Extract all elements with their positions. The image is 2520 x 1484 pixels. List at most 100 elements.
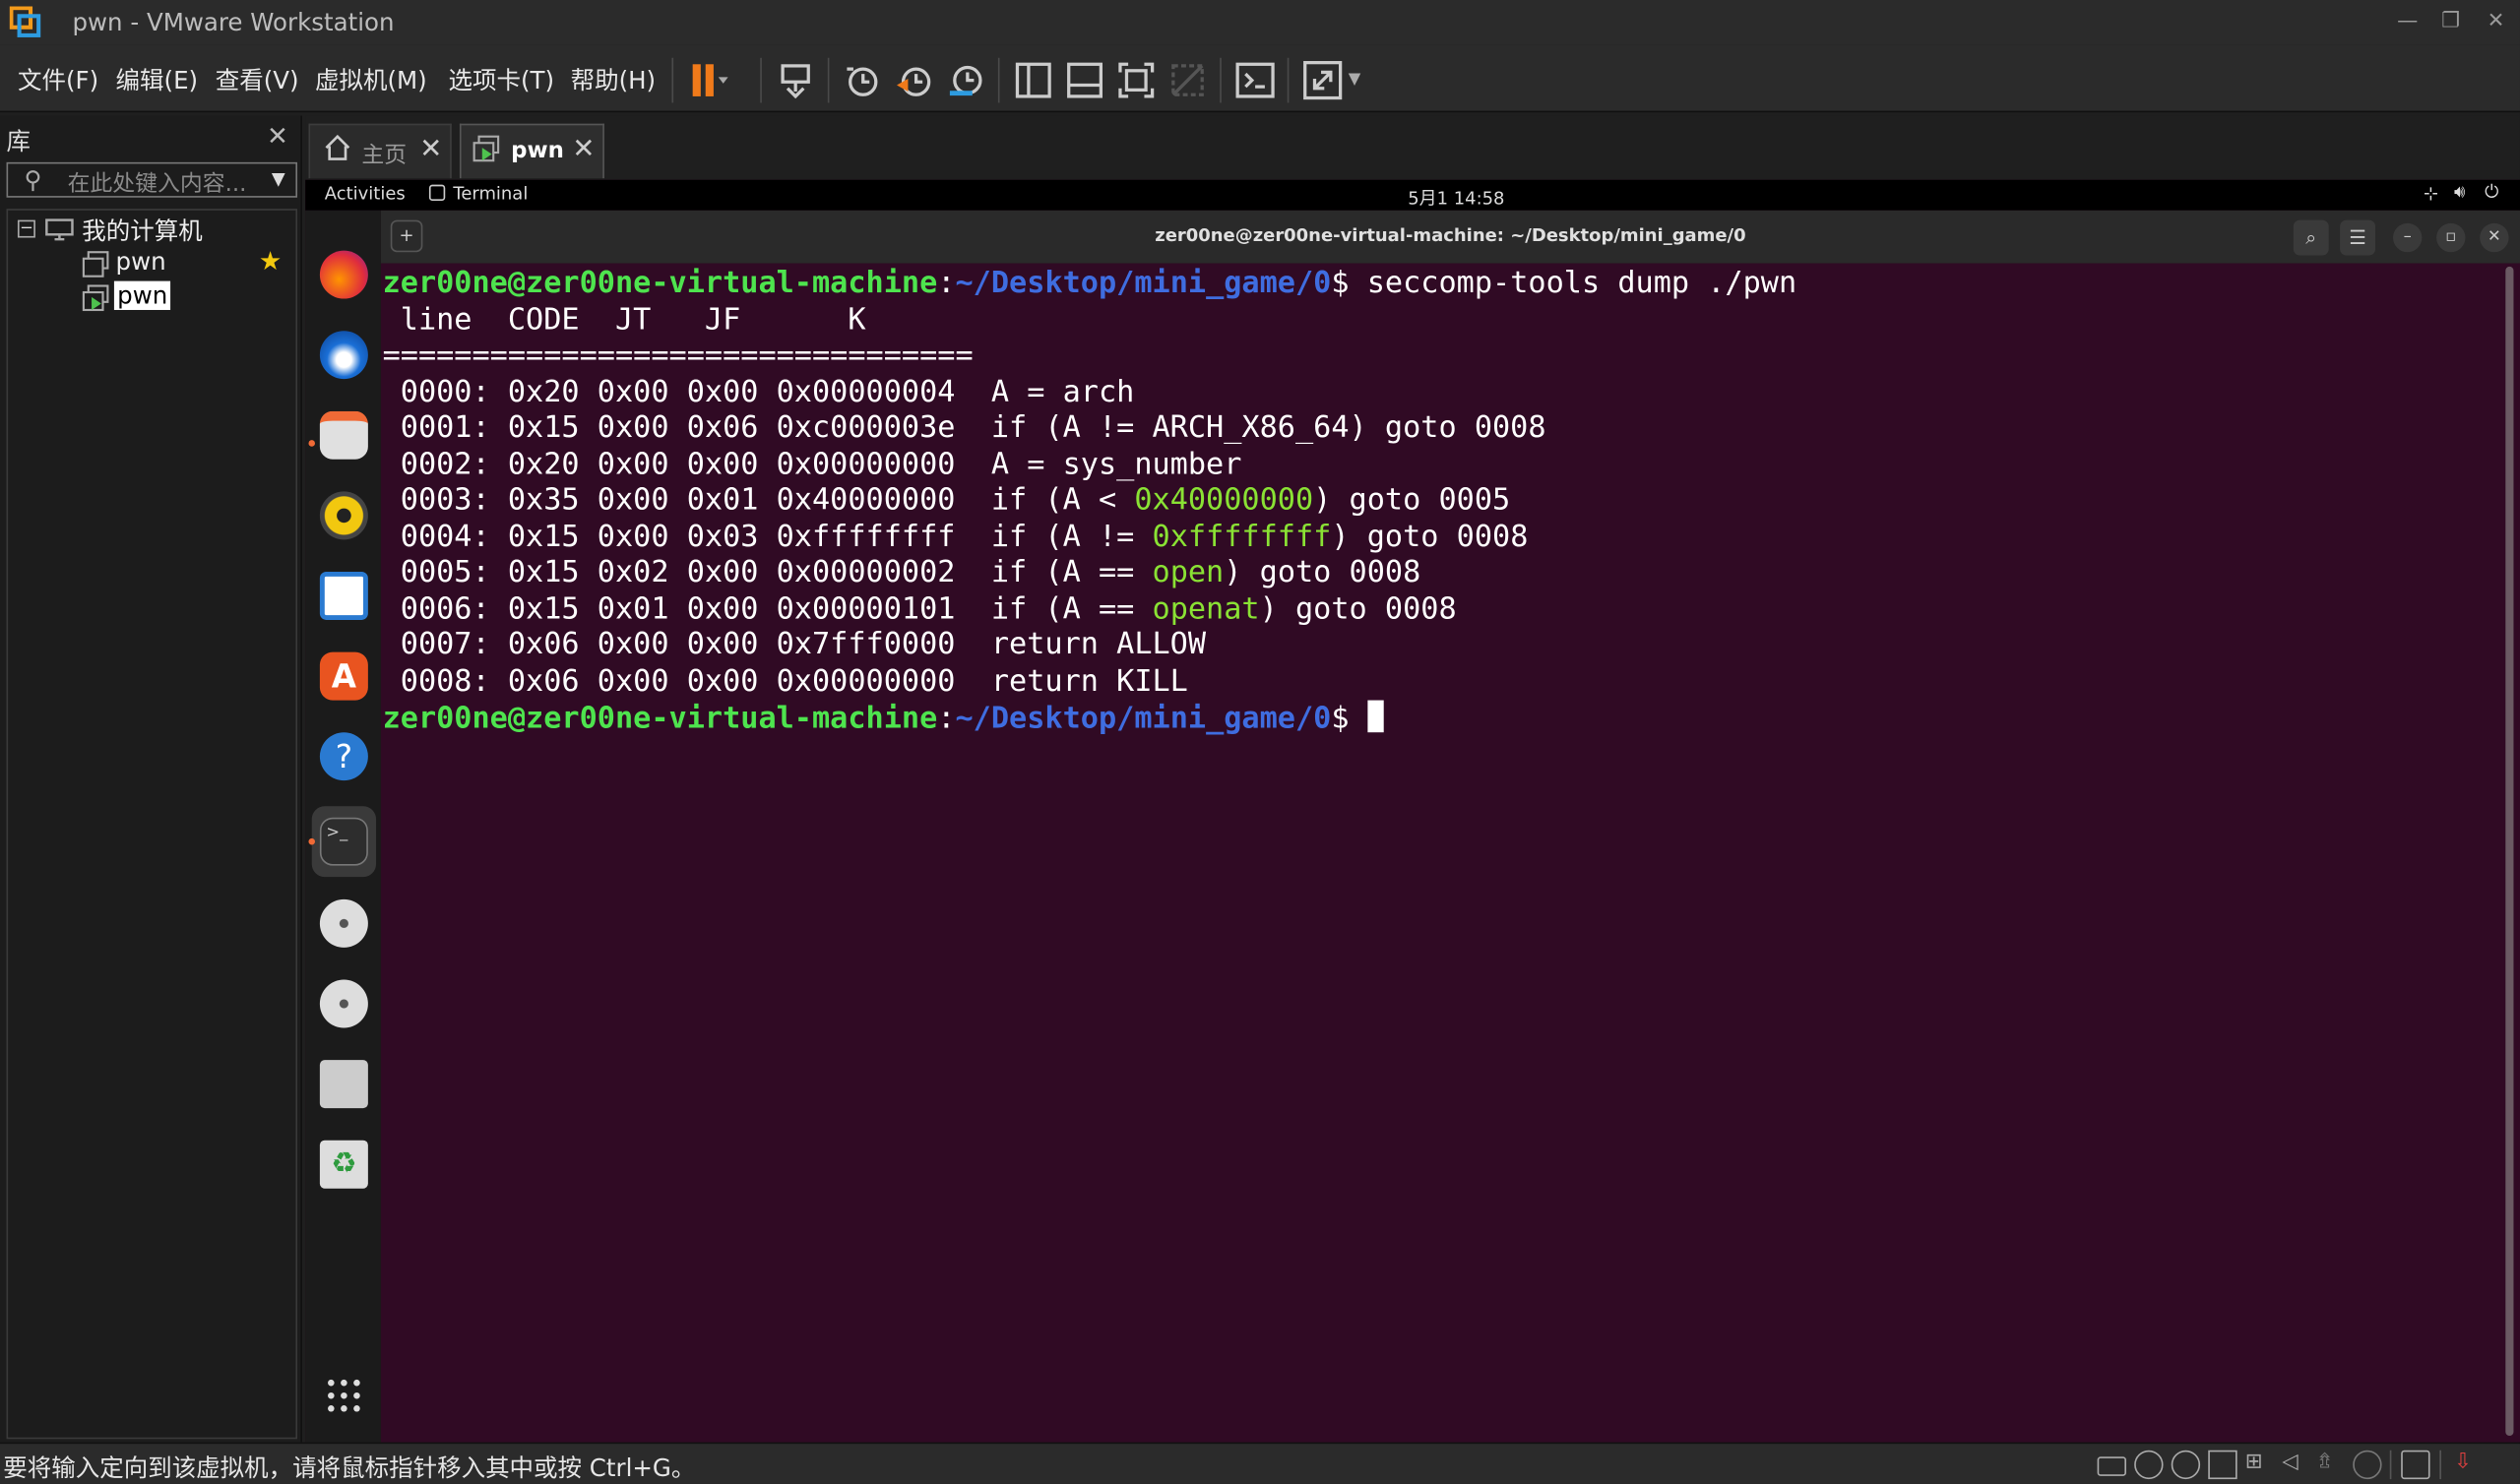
files-icon[interactable] bbox=[319, 410, 368, 460]
cd-dvd-icon[interactable] bbox=[2171, 1450, 2201, 1480]
window-title: pwn - VMware Workstation bbox=[72, 8, 395, 37]
hamburger-menu-icon[interactable]: ☰ bbox=[2340, 219, 2376, 256]
bpf-header: line CODE JT JF K bbox=[382, 302, 866, 337]
floppy-icon[interactable] bbox=[2208, 1450, 2237, 1480]
bpf-row: 0002: 0x20 0x00 0x00 0x00000000 A = sys_… bbox=[382, 447, 1242, 481]
disc-icon[interactable] bbox=[319, 898, 368, 948]
firefox-icon[interactable] bbox=[319, 250, 368, 299]
close-icon[interactable]: ✕ bbox=[2480, 222, 2509, 253]
bpf-row: 0006: 0x15 0x01 0x00 0x00000101 if (A ==… bbox=[382, 591, 1457, 626]
chevron-down-icon[interactable]: ▼ bbox=[1349, 71, 1361, 89]
home-icon bbox=[323, 133, 351, 168]
tree-item-pwn-2-selected[interactable]: pwn bbox=[113, 280, 171, 310]
clock[interactable]: 5月1 14:58 bbox=[1408, 185, 1504, 211]
vm-running-icon bbox=[82, 284, 110, 320]
snapshot-icon[interactable] bbox=[843, 59, 884, 100]
running-indicator bbox=[308, 837, 315, 845]
stretch-guest-icon[interactable] bbox=[1301, 59, 1343, 100]
show-apps-icon[interactable] bbox=[326, 1378, 361, 1413]
full-screen-icon[interactable] bbox=[1115, 59, 1157, 100]
menu-vm[interactable]: 虚拟机(M) bbox=[315, 63, 427, 96]
menu-tabs[interactable]: 选项卡(T) bbox=[449, 63, 555, 96]
terminal-header: + zer00ne@zer00ne-virtual-machine: ~/Des… bbox=[380, 210, 2520, 264]
tab-pwn-label: pwn bbox=[511, 138, 564, 164]
tree-item-pwn-1[interactable]: pwn bbox=[116, 247, 166, 276]
menu-help[interactable]: 帮助(H) bbox=[571, 63, 657, 96]
search-placeholder: 在此处键入内容... bbox=[67, 171, 247, 198]
hard-disk-icon[interactable] bbox=[2097, 1456, 2126, 1476]
bpf-divider: ================================= bbox=[382, 339, 974, 373]
printer-icon[interactable] bbox=[2353, 1450, 2382, 1480]
drive-icon[interactable] bbox=[319, 1060, 368, 1109]
message-log-icon[interactable] bbox=[2401, 1450, 2430, 1480]
computer-icon bbox=[45, 216, 74, 247]
gnome-top-bar: Activities Terminal 5月1 14:58 ⊹ 🔊︎ ⏻ bbox=[305, 179, 2520, 211]
libreoffice-writer-icon[interactable] bbox=[319, 572, 368, 620]
collapse-icon[interactable]: − bbox=[17, 219, 35, 238]
volume-icon[interactable]: 🔊︎ bbox=[2454, 181, 2465, 204]
prompt-line-2[interactable]: zer00ne@zer00ne-virtual-machine:~/Deskto… bbox=[383, 700, 1384, 738]
bpf-row: 0000: 0x20 0x00 0x00 0x00000004 A = arch bbox=[382, 375, 1135, 409]
tab-home[interactable]: 主页 ✕ bbox=[308, 123, 452, 179]
library-search-input[interactable]: ⚲ 在此处键入内容... ▼ bbox=[6, 161, 298, 198]
menu-file[interactable]: 文件(F) bbox=[18, 63, 98, 96]
bpf-row: 0007: 0x06 0x00 0x00 0x7fff0000 return A… bbox=[382, 628, 1207, 662]
console-view-icon[interactable] bbox=[1234, 59, 1276, 100]
close-library-icon[interactable]: ✕ bbox=[267, 120, 288, 151]
ubuntu-dock: A ? >_ ♻ bbox=[305, 210, 381, 1443]
network-adapter-icon[interactable]: ⊞ bbox=[2245, 1451, 2274, 1479]
help-icon[interactable]: ? bbox=[319, 732, 368, 781]
tree-root-label[interactable]: 我的计算机 bbox=[82, 214, 202, 247]
vm-icon bbox=[82, 251, 110, 286]
rhythmbox-icon[interactable] bbox=[319, 491, 368, 540]
minimize-icon[interactable]: — bbox=[2391, 7, 2424, 39]
favorite-star-icon: ★ bbox=[258, 245, 283, 277]
status-message: 要将输入定向到该虚拟机，请将鼠标指针移入其中或按 Ctrl+G。 bbox=[3, 1453, 696, 1483]
restore-icon[interactable]: ❐ bbox=[2434, 7, 2467, 39]
activities-button[interactable]: Activities bbox=[325, 183, 406, 204]
trash-icon[interactable]: ♻ bbox=[319, 1140, 368, 1189]
library-tree: − 我的计算机 pwn ★ pwn bbox=[6, 209, 298, 1440]
vmware-logo-icon bbox=[9, 6, 42, 39]
menu-edit[interactable]: 编辑(E) bbox=[116, 63, 199, 96]
snapshot-manager-icon[interactable] bbox=[945, 59, 986, 100]
title-bar: pwn - VMware Workstation — ❐ ✕ bbox=[0, 0, 2520, 45]
show-library-icon[interactable] bbox=[1013, 59, 1054, 100]
cd-dvd-icon[interactable] bbox=[2134, 1450, 2164, 1480]
library-panel: 库 ✕ ⚲ 在此处键入内容... ▼ − 我的计算机 pwn ★ pwn bbox=[0, 115, 302, 1443]
tab-pwn[interactable]: pwn ✕ bbox=[459, 123, 604, 179]
bpf-row: 0005: 0x15 0x02 0x00 0x00000002 if (A ==… bbox=[382, 555, 1421, 589]
search-dropdown-icon[interactable]: ▼ bbox=[272, 168, 285, 189]
network-icon[interactable]: ⊹ bbox=[2424, 183, 2438, 204]
unity-mode-icon bbox=[1166, 59, 1208, 100]
menu-view[interactable]: 查看(V) bbox=[216, 63, 299, 96]
bpf-row: 0004: 0x15 0x00 0x03 0xffffffff if (A !=… bbox=[382, 519, 1529, 554]
revert-snapshot-icon[interactable] bbox=[894, 59, 935, 100]
bpf-row: 0008: 0x06 0x00 0x00 0x00000000 return K… bbox=[382, 663, 1188, 699]
input-grab-icon[interactable]: ⇩ bbox=[2454, 1451, 2483, 1479]
app-center-icon[interactable]: A bbox=[319, 651, 368, 701]
active-app-label[interactable]: Terminal bbox=[453, 183, 528, 204]
sound-card-icon[interactable]: ◁ bbox=[2282, 1451, 2310, 1479]
power-icon[interactable]: ⏻ bbox=[2485, 181, 2498, 204]
usb-icon[interactable]: ⇯ bbox=[2316, 1451, 2345, 1479]
pause-icon[interactable] bbox=[686, 59, 728, 100]
disc-icon[interactable] bbox=[319, 979, 368, 1028]
terminal-output[interactable]: zer00ne@zer00ne-virtual-machine:~/Deskto… bbox=[380, 263, 2520, 1443]
send-ctrl-alt-del-icon[interactable] bbox=[775, 59, 816, 100]
close-tab-icon[interactable]: ✕ bbox=[419, 133, 442, 165]
search-icon[interactable]: ⌕ bbox=[2293, 219, 2329, 256]
library-title: 库 bbox=[6, 126, 32, 156]
terminal-scrollbar[interactable] bbox=[2505, 266, 2514, 1437]
close-tab-icon[interactable]: ✕ bbox=[572, 133, 595, 165]
show-thumbnails-icon[interactable] bbox=[1064, 59, 1105, 100]
terminal-icon[interactable]: >_ bbox=[319, 817, 368, 866]
close-window-icon[interactable]: ✕ bbox=[2480, 7, 2512, 39]
guest-display[interactable]: Activities Terminal 5月1 14:58 ⊹ 🔊︎ ⏻ A ?… bbox=[305, 179, 2520, 1443]
thunderbird-icon[interactable] bbox=[319, 331, 368, 380]
running-indicator bbox=[308, 440, 315, 447]
minimize-icon[interactable]: – bbox=[2393, 222, 2423, 253]
text-cursor bbox=[1366, 700, 1384, 733]
tab-strip: 主页 ✕ pwn ✕ bbox=[305, 115, 2520, 180]
maximize-icon[interactable]: ▫ bbox=[2436, 222, 2466, 253]
